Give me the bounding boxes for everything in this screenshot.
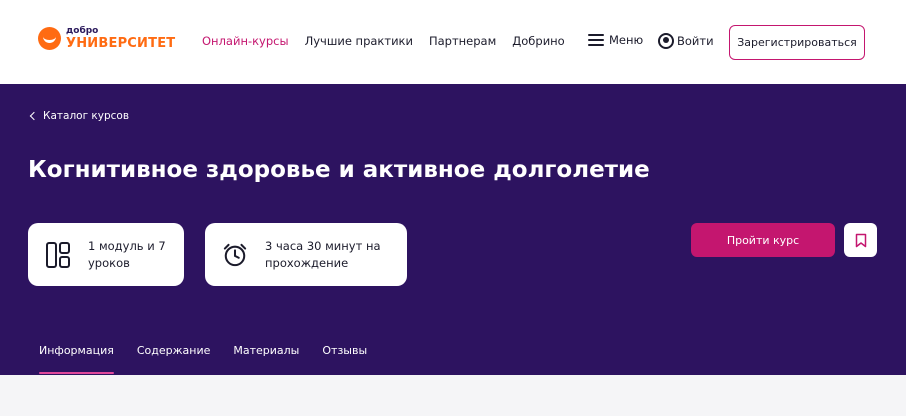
bookmark-icon [855,233,866,247]
tab-information[interactable]: Информация [39,344,114,374]
duration-text-line1: 3 часа 30 минут на [265,238,381,253]
course-title: Когнитивное здоровье и активное долголет… [28,157,650,183]
tab-content[interactable]: Содержание [137,344,211,374]
bookmark-button[interactable] [844,223,877,257]
hamburger-icon [588,34,604,46]
modules-info-card: 1 модуль и 7 уроков [28,223,184,286]
tab-reviews[interactable]: Отзывы [322,344,367,374]
nav-online-courses[interactable]: Онлайн-курсы [202,34,289,48]
take-course-button[interactable]: Пройти курс [691,223,835,257]
tab-materials[interactable]: Материалы [233,344,299,374]
logo-small-text: добро [66,26,99,36]
logo-icon [38,27,61,50]
logo[interactable]: добро УНИВЕРСИТЕТ [38,27,175,50]
main-nav: Онлайн-курсы Лучшие практики Партнерам Д… [202,34,581,48]
register-button[interactable]: Зарегистрироваться [729,25,865,60]
menu-label: Меню [609,33,644,47]
site-header: добро УНИВЕРСИТЕТ Онлайн-курсы Лучшие пр… [0,0,906,84]
modules-text-line2: уроков [88,255,130,270]
modules-text-line1: 1 модуль и 7 [88,238,166,253]
back-to-catalog-link[interactable]: Каталог курсов [29,110,130,122]
page-content-area [0,375,906,416]
login-label: Войти [677,34,714,48]
nav-best-practices[interactable]: Лучшие практики [305,34,413,48]
menu-button[interactable]: Меню [588,33,643,47]
alarm-clock-icon [223,243,247,266]
course-hero: Каталог курсов Когнитивное здоровье и ак… [0,84,906,375]
login-button[interactable]: Войти [658,33,714,49]
duration-info-card: 3 часа 30 минут на прохождение [205,223,407,286]
course-tabs: Информация Содержание Материалы Отзывы [39,344,390,374]
duration-text-line2: прохождение [265,255,349,270]
logo-big-text: УНИВЕРСИТЕТ [66,36,176,51]
nav-partners[interactable]: Партнерам [429,34,496,48]
back-label: Каталог курсов [43,110,130,122]
user-icon [658,33,674,49]
modules-icon [46,241,70,268]
chevron-left-icon [29,111,39,121]
nav-dobrino[interactable]: Добрино [512,34,564,48]
